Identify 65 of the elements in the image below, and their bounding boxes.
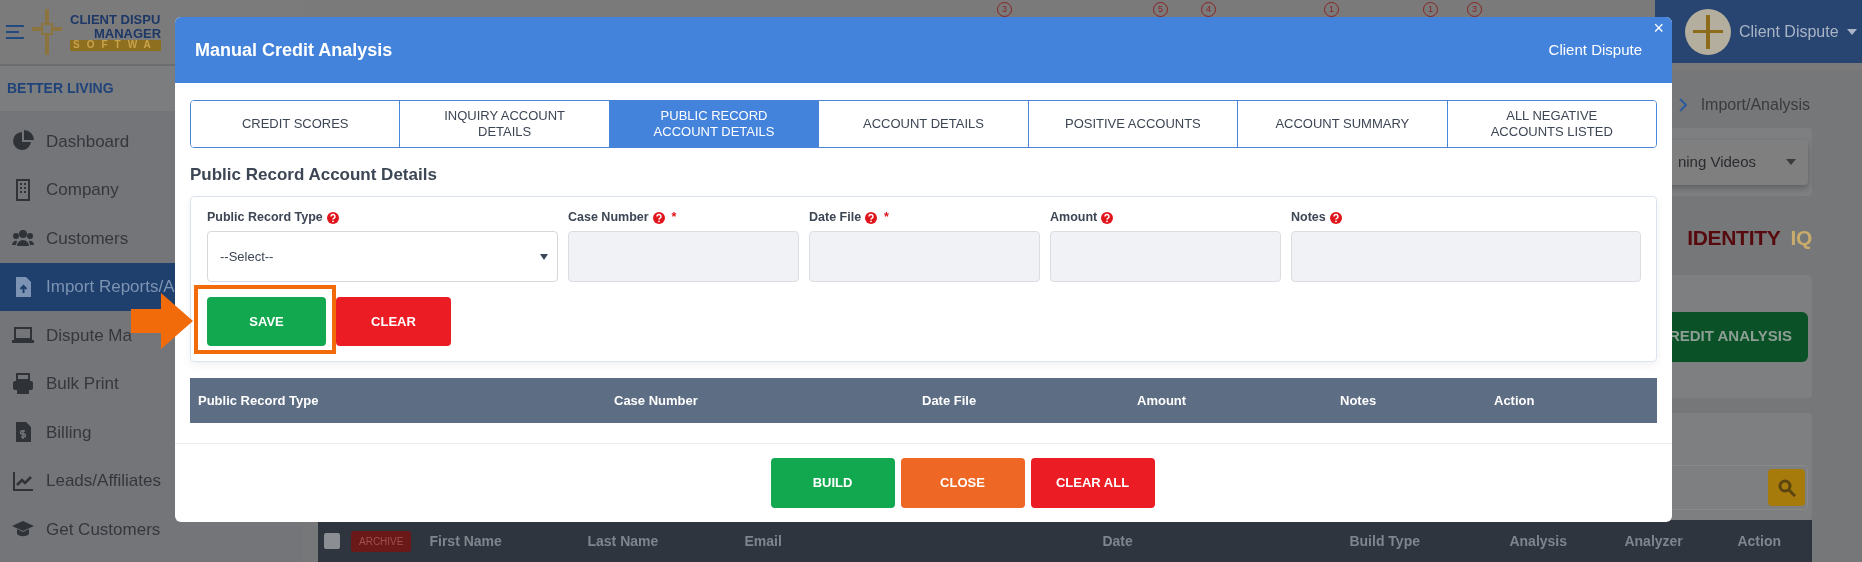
chevron-icon: [1678, 98, 1687, 112]
build-button[interactable]: BUILD: [770, 458, 895, 508]
help-icon[interactable]: [1101, 211, 1114, 224]
tab[interactable]: PUBLIC RECORD ACCOUNT DETAILS: [608, 101, 819, 147]
column-header: Build Type: [1349, 532, 1420, 549]
field-label: Amount: [1050, 209, 1098, 227]
column-header: Action: [1737, 532, 1781, 549]
sidebar-item[interactable]: Get Customers: [0, 505, 303, 554]
input-field[interactable]: [809, 231, 1040, 282]
avatar-icon: [1685, 8, 1731, 55]
section-title: Public Record Account Details: [190, 164, 438, 186]
checkbox[interactable]: [324, 533, 340, 549]
logo-text: SOFTWA: [70, 40, 162, 51]
required-mark: *: [671, 209, 677, 227]
breadcrumb-text[interactable]: Import/Analysis: [1700, 93, 1810, 117]
tab[interactable]: ALL NEGATIVE ACCOUNTS LISTED: [1446, 101, 1656, 147]
column-header: Email: [744, 532, 782, 549]
modal-title: Manual Credit Analysis: [195, 38, 393, 62]
field-label: Notes: [1291, 209, 1326, 227]
modal-subtitle: Client Dispute: [1548, 39, 1642, 60]
column-header: First Name: [429, 532, 502, 549]
column-header: Amount: [1137, 392, 1187, 408]
column-header: Last Name: [587, 532, 659, 549]
clear-button[interactable]: CLEAR: [336, 297, 451, 346]
provider-title: IQ: [1790, 225, 1812, 251]
printer-icon: [12, 372, 34, 395]
search-button[interactable]: [1768, 469, 1805, 506]
column-header: Date: [1102, 532, 1133, 549]
line-chart-icon: [12, 469, 34, 492]
caret-icon: [1846, 28, 1857, 35]
pointer-arrow: [131, 293, 193, 349]
help-icon[interactable]: [1329, 211, 1342, 224]
clear-all-button[interactable]: CLEAR ALL: [1030, 458, 1155, 508]
caret-icon: [540, 253, 548, 260]
field-label: Date File: [809, 209, 862, 227]
column-header: Public Record Type: [198, 392, 319, 408]
archive-button[interactable]: ARCHIVE: [351, 530, 412, 552]
input-field[interactable]: [568, 231, 799, 282]
required-mark: *: [884, 209, 889, 227]
caret-icon: [1786, 159, 1796, 165]
provider-title: IDENTITY: [1687, 225, 1781, 251]
select-field[interactable]: --Select--: [207, 231, 558, 282]
input-field[interactable]: [1291, 231, 1641, 282]
logo-icon: [32, 9, 62, 55]
sidebar-item[interactable]: Leads/Affiliates: [0, 456, 303, 505]
close-button[interactable]: CLOSE: [900, 458, 1025, 508]
field-label: Case Number: [568, 209, 649, 227]
pie-chart-icon: [12, 130, 34, 153]
column-header: Case Number: [614, 392, 698, 408]
column-header: Notes: [1340, 392, 1377, 408]
help-icon[interactable]: [865, 211, 878, 224]
column-header: Action: [1494, 392, 1535, 408]
help-icon[interactable]: [652, 211, 665, 224]
input-field[interactable]: [1050, 231, 1281, 282]
column-header: Analyzer: [1624, 532, 1683, 549]
save-button[interactable]: SAVE: [207, 297, 326, 346]
field-label: Public Record Type: [207, 209, 323, 227]
column-header: Date File: [922, 392, 977, 408]
logo-text: MANAGER: [94, 26, 162, 41]
column-header: Analysis: [1509, 532, 1568, 549]
logo-text: CLIENT DISPU: [70, 13, 162, 27]
sidebar-item[interactable]: Billing: [0, 408, 303, 457]
search-icon: [1777, 478, 1796, 497]
help-icon[interactable]: [326, 211, 339, 224]
menu-icon[interactable]: [6, 25, 24, 39]
